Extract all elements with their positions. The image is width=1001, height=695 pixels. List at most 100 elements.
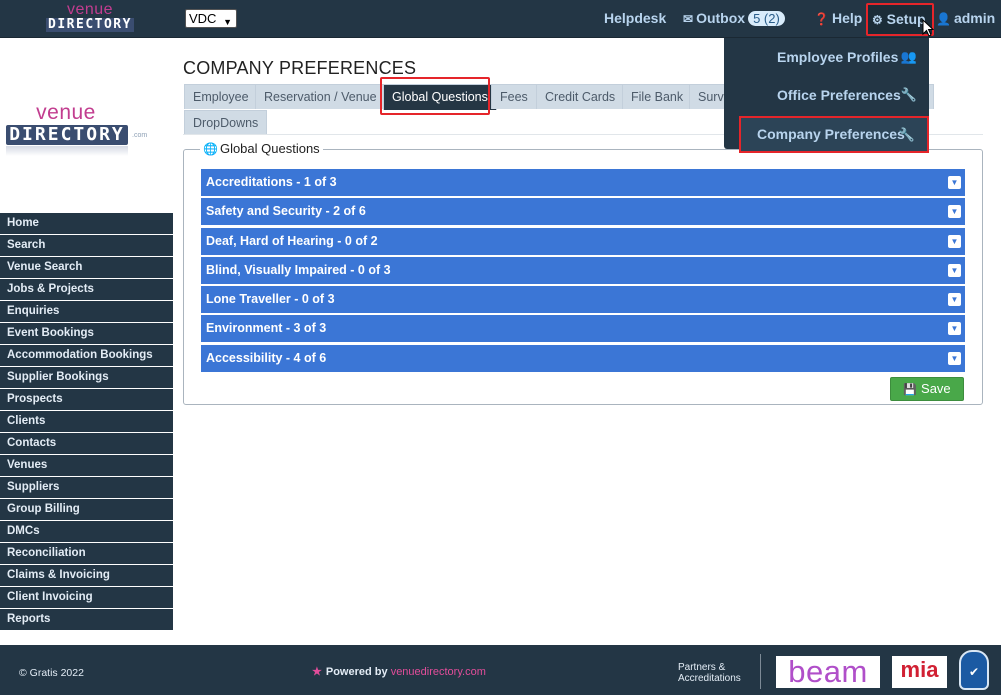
users-icon: 👥: [900, 49, 917, 64]
logo-reflection: [6, 146, 128, 156]
user-menu[interactable]: 👤 admin: [936, 0, 995, 38]
accordion-environment[interactable]: Environment - 3 of 3 ▼: [201, 315, 965, 342]
partners-line1: Partners &: [678, 662, 726, 673]
sidebar-item-home[interactable]: Home: [0, 213, 173, 234]
sidebar-item-contacts[interactable]: Contacts: [0, 433, 173, 454]
sidebar-item-reports[interactable]: Reports: [0, 609, 173, 630]
globe-icon: 🌐: [203, 142, 218, 156]
menu-item-label: Company Preferences: [757, 126, 905, 142]
helpdesk-link[interactable]: Helpdesk: [604, 0, 666, 38]
expand-icon[interactable]: ▼: [948, 176, 961, 189]
sidebar-item-client-invoicing[interactable]: Client Invoicing: [0, 587, 173, 608]
footer-divider: [760, 654, 761, 689]
accordion-label: Blind, Visually Impaired - 0 of 3: [206, 263, 391, 277]
tab-file-bank[interactable]: File Bank: [622, 84, 693, 109]
star-icon: ★: [312, 666, 322, 678]
accordion-label: Deaf, Hard of Hearing - 0 of 2: [206, 234, 378, 248]
sidebar-item-suppliers[interactable]: Suppliers: [0, 477, 173, 498]
page-title: COMPANY PREFERENCES: [183, 58, 417, 78]
expand-icon[interactable]: ▼: [948, 293, 961, 306]
tab-dropdowns[interactable]: DropDowns: [184, 110, 268, 135]
user-name: admin: [953, 10, 996, 26]
sidebar-item-search[interactable]: Search: [0, 235, 173, 256]
sidebar-item-jobs-projects[interactable]: Jobs & Projects: [0, 279, 173, 300]
accordion-deaf-hard-of-hearing[interactable]: Deaf, Hard of Hearing - 0 of 2 ▼: [201, 228, 965, 255]
logo-word-directory: DIRECTORY: [6, 125, 128, 145]
accordion-label: Accessibility - 4 of 6: [206, 351, 327, 365]
accordion-label: Safety and Security - 2 of 6: [206, 204, 366, 218]
gear-icon: ⚙: [872, 13, 883, 27]
menu-item-label: Employee Profiles: [777, 49, 899, 65]
help-link[interactable]: ❓ Help: [814, 0, 862, 38]
envelope-icon: ✉: [683, 12, 694, 26]
sidebar-item-accommodation-bookings[interactable]: Accommodation Bookings: [0, 345, 173, 366]
panel-legend: 🌐 Global Questions: [200, 141, 323, 156]
sidebar-item-venues[interactable]: Venues: [0, 455, 173, 476]
sidebar-item-enquiries[interactable]: Enquiries: [0, 301, 173, 322]
cyber-essentials-badge-icon[interactable]: ✔: [959, 650, 989, 690]
tab-credit-cards[interactable]: Credit Cards: [536, 84, 625, 109]
accordion-lone-traveller[interactable]: Lone Traveller - 0 of 3 ▼: [201, 286, 965, 313]
user-icon: 👤: [936, 12, 951, 26]
sidebar-nav: Home Search Venue Search Jobs & Projects…: [0, 213, 173, 631]
menu-item-employee-profiles[interactable]: Employee Profiles 👥: [724, 38, 929, 76]
sidebar-item-reconciliation[interactable]: Reconciliation: [0, 543, 173, 564]
tab-employee[interactable]: Employee: [184, 84, 258, 109]
help-label: Help: [831, 10, 863, 26]
sidebar-item-event-bookings[interactable]: Event Bookings: [0, 323, 173, 344]
mouse-cursor-icon: [922, 19, 934, 37]
logo-suffix: .com: [132, 132, 148, 139]
partners-label: Partners & Accreditations: [678, 662, 741, 684]
wrench-icon: 🔧: [900, 87, 917, 102]
sidebar-item-claims-invoicing[interactable]: Claims & Invoicing: [0, 565, 173, 586]
company-select[interactable]: VDC ▼: [185, 9, 237, 28]
outbox-count-badge: 5 (2): [748, 11, 785, 26]
partners-line2: Accreditations: [678, 673, 741, 684]
wrench-icon: 🔧: [898, 127, 915, 142]
logo-word-venue: venue: [36, 101, 96, 124]
sidebar-item-prospects[interactable]: Prospects: [0, 389, 173, 410]
floppy-disk-icon: 💾: [903, 384, 918, 396]
menu-item-office-preferences[interactable]: Office Preferences 🔧: [724, 76, 929, 114]
sidebar-item-clients[interactable]: Clients: [0, 411, 173, 432]
expand-icon[interactable]: ▼: [948, 264, 961, 277]
accordion-accessibility[interactable]: Accessibility - 4 of 6 ▼: [201, 345, 965, 372]
company-select-value: VDC: [189, 11, 217, 26]
expand-icon[interactable]: ▼: [948, 322, 961, 335]
question-circle-icon: ❓: [814, 12, 829, 26]
powered-by: ★ Powered by venuedirectory.com: [312, 665, 486, 678]
logo-word-venue: venue: [66, 1, 114, 18]
outbox-link[interactable]: ✉ Outbox 5 (2): [683, 0, 785, 38]
chevron-down-icon: ▼: [223, 17, 232, 27]
expand-icon[interactable]: ▼: [948, 235, 961, 248]
sidebar-logo: venue DIRECTORY .com: [6, 102, 151, 160]
accordion-blind-visually-impaired[interactable]: Blind, Visually Impaired - 0 of 3 ▼: [201, 257, 965, 284]
accordion-accreditations[interactable]: Accreditations - 1 of 3 ▼: [201, 169, 965, 196]
menu-item-company-preferences[interactable]: Company Preferences 🔧: [739, 116, 929, 153]
tab-fees[interactable]: Fees: [491, 84, 537, 109]
powered-brand-link[interactable]: venuedirectory.com: [391, 666, 486, 678]
app-page: venue DIRECTORY VDC ▼ Helpdesk ✉ Outbox 5 …: [0, 0, 1001, 695]
sidebar-item-group-billing[interactable]: Group Billing: [0, 499, 173, 520]
accordion-safety-security[interactable]: Safety and Security - 2 of 6 ▼: [201, 198, 965, 225]
active-tab-highlight: [380, 77, 490, 115]
copyright-text: © Gratis 2022: [19, 667, 84, 679]
accordion-label: Environment - 3 of 3: [206, 321, 327, 335]
menu-item-label: Office Preferences: [777, 87, 901, 103]
sidebar-item-venue-search[interactable]: Venue Search: [0, 257, 173, 278]
sidebar-item-supplier-bookings[interactable]: Supplier Bookings: [0, 367, 173, 388]
sidebar-item-dmcs[interactable]: DMCs: [0, 521, 173, 542]
outbox-label: Outbox: [696, 10, 746, 26]
mia-logo[interactable]: mia: [892, 656, 947, 688]
logo-word-directory: DIRECTORY: [46, 18, 134, 32]
setup-dropdown-menu: Employee Profiles 👥 Office Preferences 🔧…: [724, 38, 929, 153]
top-navbar: venue DIRECTORY VDC ▼ Helpdesk ✉ Outbox 5 …: [0, 0, 1001, 38]
expand-icon[interactable]: ▼: [948, 205, 961, 218]
header-logo[interactable]: venue DIRECTORY: [40, 2, 140, 34]
accordion-label: Lone Traveller - 0 of 3: [206, 292, 335, 306]
save-button[interactable]: 💾 Save: [890, 377, 964, 401]
beam-logo[interactable]: beam: [776, 656, 880, 688]
tab-reservation-venue[interactable]: Reservation / Venue: [255, 84, 386, 109]
expand-icon[interactable]: ▼: [948, 352, 961, 365]
powered-prefix: Powered by: [325, 666, 388, 678]
